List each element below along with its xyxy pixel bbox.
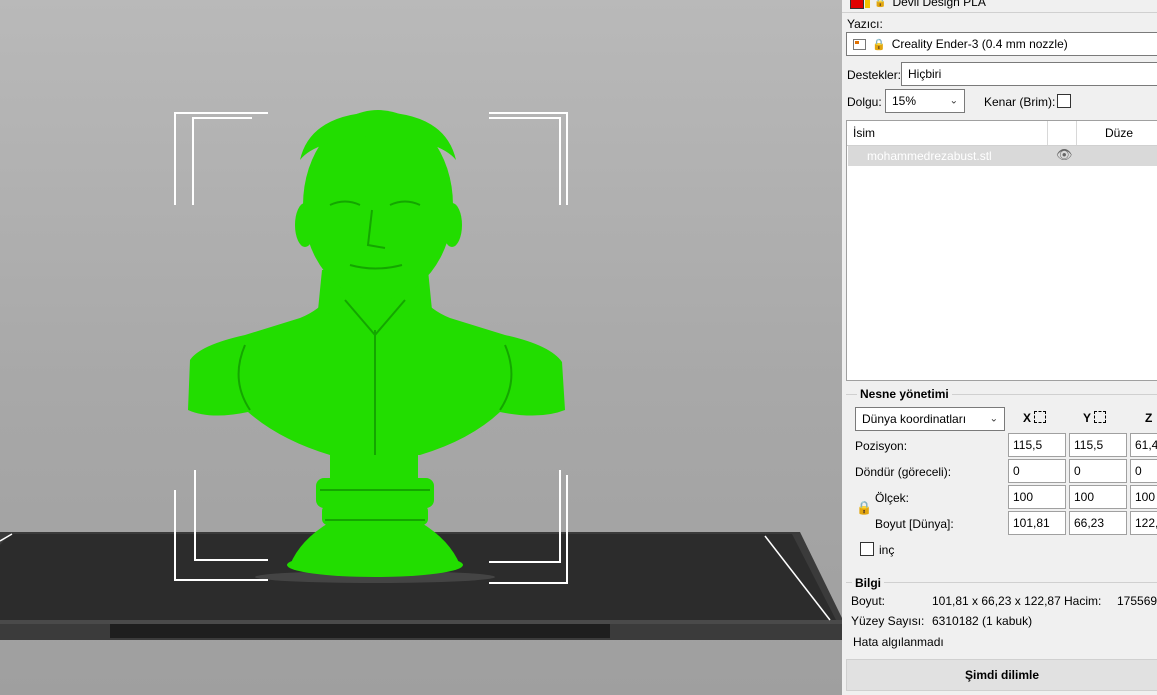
info-size-label: Boyut: (851, 594, 886, 608)
object-list[interactable]: İsim Düze mohammedrezabust.stl 👁 (846, 120, 1157, 381)
rotate-label: Döndür (göreceli): (855, 465, 952, 479)
scale-x-input[interactable]: 100 (1008, 485, 1066, 509)
supports-value: Hiçbiri (908, 67, 942, 81)
scale-z-input[interactable]: 100 (1130, 485, 1157, 509)
column-name-header[interactable]: İsim (853, 126, 875, 140)
coord-system-value: Dünya koordinatları (862, 412, 967, 426)
info-size-value: 101,81 x 66,23 x 122,87 (932, 594, 1061, 608)
info-volume-value: 175569, (1117, 594, 1157, 608)
supports-label: Destekler: (847, 68, 902, 82)
printer-select[interactable]: 🔒 Creality Ender-3 (0.4 mm nozzle) (846, 32, 1157, 56)
material-swatch-yellow (865, 0, 870, 8)
rotate-x-input[interactable]: 0 (1008, 459, 1066, 483)
info-faces-label: Yüzey Sayısı: (851, 614, 925, 628)
brim-label: Kenar (Brim): (984, 95, 1056, 109)
position-x-input[interactable]: 115,5 (1008, 433, 1066, 457)
chevron-down-icon: ⌄ (989, 413, 998, 425)
rotate-y-input[interactable]: 0 (1069, 459, 1127, 483)
position-label: Pozisyon: (855, 439, 908, 453)
slice-now-button[interactable]: Şimdi dilimle (846, 659, 1157, 691)
column-edit-header[interactable]: Düze (1105, 126, 1133, 140)
lock-icon: 🔒 (872, 38, 886, 51)
axis-z-header: Z (1145, 411, 1153, 425)
eye-icon[interactable]: 👁 (1056, 147, 1073, 163)
slice-now-label: Şimdi dilimle (964, 668, 1039, 682)
infill-select[interactable]: 15% ⌄ (885, 89, 965, 113)
infill-value: 15% (892, 94, 917, 108)
scale-label: Ölçek: (875, 491, 910, 505)
lock-icon: 🔒 (874, 0, 887, 8)
lock-scale-icon[interactable]: 🔒 (856, 500, 872, 516)
material-name: Devil Design PLA (892, 0, 986, 9)
focus-x-icon[interactable] (1034, 411, 1047, 423)
focus-y-icon[interactable] (1094, 411, 1107, 423)
size-label: Boyut [Dünya]: (875, 517, 954, 531)
chevron-down-icon: ⌄ (949, 95, 958, 107)
printer-label: Yazıcı: (847, 17, 883, 31)
info-faces-value: 6310182 (1 kabuk) (932, 614, 1033, 628)
scale-y-input[interactable]: 100 (1069, 485, 1127, 509)
material-row[interactable]: 🔒 Devil Design PLA (850, 0, 986, 10)
inch-checkbox[interactable] (860, 542, 874, 556)
info-error-status: Hata algılanmadı (853, 635, 944, 649)
position-z-input[interactable]: 61,4 (1130, 433, 1157, 457)
coordinate-system-select[interactable]: Dünya koordinatları ⌄ (855, 407, 1005, 431)
size-z-input[interactable]: 122, (1130, 511, 1157, 535)
list-item[interactable]: mohammedrezabust.stl 👁 (848, 146, 1157, 166)
rotate-z-input[interactable]: 0 (1130, 459, 1157, 483)
size-y-input[interactable]: 66,23 (1069, 511, 1127, 535)
3d-viewport[interactable] (0, 0, 842, 695)
printer-name: Creality Ender-3 (0.4 mm nozzle) (891, 37, 1068, 51)
size-x-input[interactable]: 101,81 (1008, 511, 1066, 535)
info-volume-label: Hacim: (1064, 594, 1102, 608)
info-title: Bilgi (852, 576, 884, 590)
axis-x-header: X (1023, 411, 1047, 425)
brim-checkbox[interactable] (1057, 94, 1071, 108)
inch-label: inç (879, 543, 895, 557)
object-name: mohammedrezabust.stl (867, 149, 992, 163)
material-color-swatch (850, 0, 864, 9)
infill-label: Dolgu: (847, 95, 882, 109)
printer-icon (853, 38, 866, 50)
object-list-header: İsim Düze (847, 121, 1157, 146)
scene-canvas (0, 110, 842, 640)
supports-select[interactable]: Hiçbiri (901, 62, 1157, 86)
axis-y-header: Y (1083, 411, 1107, 425)
object-management-title: Nesne yönetimi (857, 387, 952, 401)
bust-model[interactable] (188, 110, 565, 577)
position-y-input[interactable]: 115,5 (1069, 433, 1127, 457)
